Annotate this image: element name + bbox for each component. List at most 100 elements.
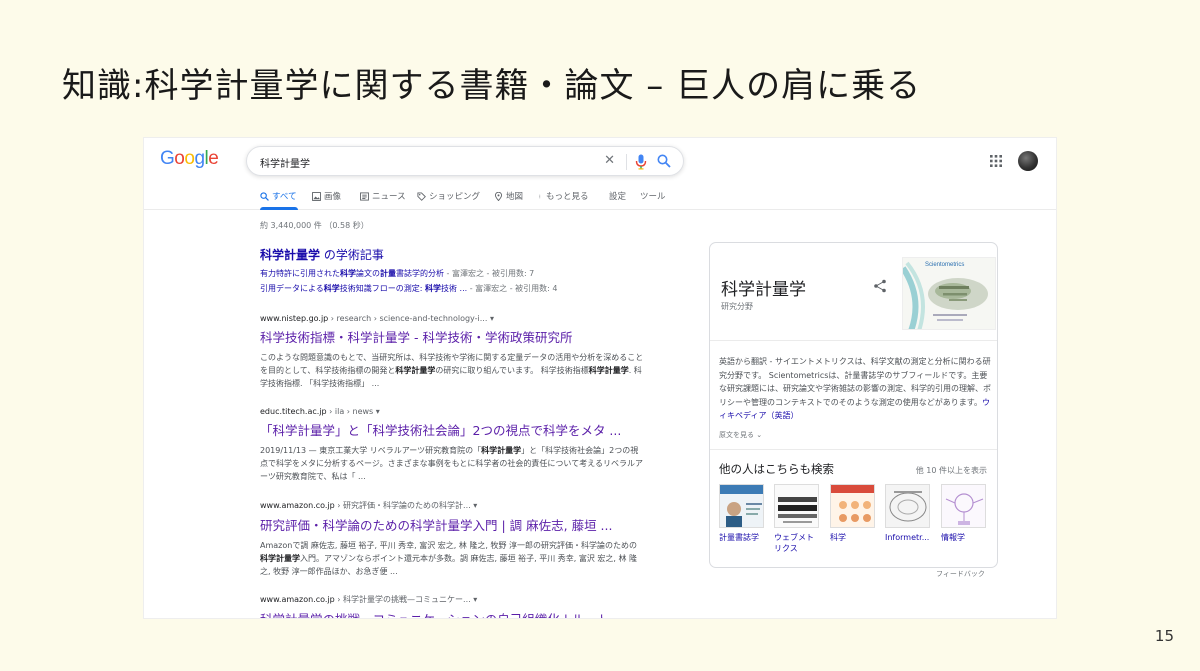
text: 科学 — [340, 269, 356, 278]
tag-icon — [417, 191, 426, 201]
kp-title: 科学計量学 — [721, 280, 806, 300]
search-result: www.amazon.co.jp › 科学計量学の挑戦—コミュニケー... ▾ … — [260, 594, 644, 618]
search-icon[interactable] — [657, 154, 671, 168]
active-tab-indicator — [260, 207, 298, 210]
slide-title: 知識:科学計量学に関する書籍・論文 – 巨人の肩に乗る — [62, 66, 922, 106]
tab-shopping[interactable]: ショッピング — [417, 190, 480, 202]
result-url[interactable]: educ.titech.ac.jp › ila › news ▾ — [260, 407, 644, 416]
tab-news[interactable]: ニュース — [360, 190, 406, 202]
result-title[interactable]: 「科学計量学」と「科学技術社会論」2つの視点で科学をメタ ... — [260, 420, 644, 439]
related-label[interactable]: 情報学 — [941, 532, 991, 543]
scholar-meta: - 富澤宏之 - 被引用数: 7 — [444, 269, 535, 278]
microphone-icon[interactable] — [635, 154, 647, 170]
page-number: 15 — [1154, 627, 1174, 645]
feedback-link[interactable]: フィードバック — [936, 569, 985, 579]
divider — [710, 340, 997, 341]
tab-more[interactable]: もっと見る — [539, 190, 589, 202]
result-url[interactable]: www.amazon.co.jp › 研究評価・科学論のための科学計... ▾ — [260, 500, 644, 511]
logo-letter: G — [160, 148, 175, 169]
text: › 研究評価・科学論のための科学計... — [334, 501, 471, 510]
text: 英語から翻訳 - サイエントメトリクスは、科学文献の測定と分析に関わる研究分野で… — [719, 357, 991, 407]
divider — [710, 449, 997, 450]
scholar-title-bold: 科学計量学 — [260, 248, 321, 262]
avatar[interactable] — [1018, 151, 1038, 171]
apps-grid-icon[interactable] — [990, 155, 1002, 167]
text: 有力特許に引用された — [260, 269, 340, 278]
logo-letter: g — [194, 148, 205, 169]
chevron-down-icon[interactable]: ▾ — [473, 501, 477, 510]
tab-images[interactable]: 画像 — [312, 190, 341, 202]
search-input[interactable]: 科学計量学 — [260, 155, 310, 170]
text: 科学 — [323, 284, 340, 293]
scholar-item[interactable]: 有力特許に引用された科学論文の計量書誌学的分析 - 富澤宏之 - 被引用数: 7 — [260, 268, 644, 279]
chevron-down-icon: ⌄ — [756, 431, 763, 439]
text: 科学 — [425, 284, 442, 293]
show-more-link[interactable]: 他 10 件以上を表示 — [916, 465, 987, 476]
tab-label: 画像 — [324, 192, 342, 202]
flow-diagram-graphic — [942, 485, 985, 527]
search-result: www.amazon.co.jp › 研究評価・科学論のための科学計... ▾ … — [260, 500, 644, 578]
related-thumbnail[interactable] — [774, 484, 819, 528]
knowledge-panel: 科学計量学 研究分野 Scientometrics 英語から翻訳 - サイエント… — [709, 242, 998, 568]
related-thumbnail[interactable] — [830, 484, 875, 528]
tab-label: すべて — [272, 192, 297, 202]
also-search-title: 他の人はこちらも検索 — [719, 462, 834, 476]
person-photo-graphic — [720, 485, 763, 527]
see-original-link[interactable]: 原文を見る ⌄ — [719, 430, 762, 440]
result-snippet: 2019/11/13 — 東京工業大学 リベラルアーツ研究教育院の「科学計量学」… — [260, 446, 643, 481]
text: www.amazon.co.jp — [260, 501, 335, 510]
text: educ.titech.ac.jp — [260, 407, 327, 416]
tab-tools[interactable]: ツール — [640, 190, 666, 202]
text: 計量 — [380, 269, 396, 278]
tab-label: ショッピング — [429, 192, 481, 202]
related-thumbnail[interactable] — [941, 484, 986, 528]
related-label[interactable]: ウェブメトリクス — [774, 532, 820, 554]
result-title[interactable]: 科学計量学の挑戦—コミュニケーションの自己組織化 | ルート ... — [260, 609, 644, 618]
related-label[interactable]: Informetr... — [885, 532, 935, 543]
tab-maps[interactable]: 地図 — [494, 190, 523, 202]
share-icon[interactable] — [873, 279, 887, 293]
image-icon — [312, 191, 321, 201]
google-logo[interactable]: Google — [160, 148, 219, 170]
clear-icon[interactable]: ✕ — [604, 153, 615, 168]
text: › research › science-and-technology-i... — [328, 314, 488, 323]
result-stats: 約 3,440,000 件 （0.58 秒） — [260, 221, 369, 230]
more-vert-icon — [539, 194, 541, 198]
result-url[interactable]: www.nistep.go.jp › research › science-an… — [260, 314, 644, 323]
logo-letter: o — [174, 148, 185, 169]
search-divider — [626, 154, 627, 170]
kp-subtitle: 研究分野 — [721, 302, 753, 311]
tab-label: ニュース — [372, 192, 406, 202]
tab-settings[interactable]: 設定 — [609, 190, 626, 202]
kp-image[interactable]: Scientometrics — [902, 257, 996, 330]
result-title[interactable]: 科学技術指標・科学計量学 - 科学技術・学術政策研究所 — [260, 327, 644, 346]
related-label[interactable]: 計量書誌学 — [719, 532, 769, 543]
tab-label: ツール — [640, 192, 666, 202]
diagram-graphic — [886, 485, 929, 527]
scholar-title[interactable]: 科学計量学 の学術記事 — [260, 246, 644, 263]
scholar-title-rest: の学術記事 — [320, 248, 384, 262]
search-result: educ.titech.ac.jp › ila › news ▾ 「科学計量学」… — [260, 407, 644, 483]
chevron-down-icon[interactable]: ▾ — [376, 407, 380, 416]
text: 書誌学的分析 — [396, 269, 444, 278]
related-thumbnail[interactable] — [719, 484, 764, 528]
poster-graphic — [775, 485, 818, 527]
tab-label: もっと見る — [546, 192, 589, 202]
related-label[interactable]: 科学 — [830, 532, 880, 543]
search-box[interactable]: 科学計量学 ✕ — [246, 146, 684, 176]
result-title[interactable]: 研究評価・科学論のための科学計量学入門 | 調 麻佐志, 藤垣 ... — [260, 515, 644, 534]
scholar-item[interactable]: 引用データによる科学技術知識フローの測定: 科学技術 ... - 富澤宏之 - … — [260, 283, 644, 294]
chevron-down-icon[interactable]: ▾ — [473, 595, 477, 604]
result-url[interactable]: www.amazon.co.jp › 科学計量学の挑戦—コミュニケー... ▾ — [260, 594, 644, 605]
text: 論文の — [356, 269, 380, 278]
text: › 科学計量学の挑戦—コミュニケー... — [334, 595, 471, 604]
text: 原文を見る — [719, 431, 754, 439]
map-pin-icon — [494, 191, 503, 201]
tab-all[interactable]: すべて — [260, 190, 297, 202]
text: 技術知識フローの測定: — [339, 284, 426, 293]
chevron-down-icon[interactable]: ▾ — [490, 314, 494, 323]
scholar-block: 科学計量学 の学術記事 有力特許に引用された科学論文の計量書誌学的分析 - 富澤… — [260, 246, 644, 294]
logo-letter: o — [184, 148, 195, 169]
text: › ila › news — [326, 407, 374, 416]
related-thumbnail[interactable] — [885, 484, 930, 528]
